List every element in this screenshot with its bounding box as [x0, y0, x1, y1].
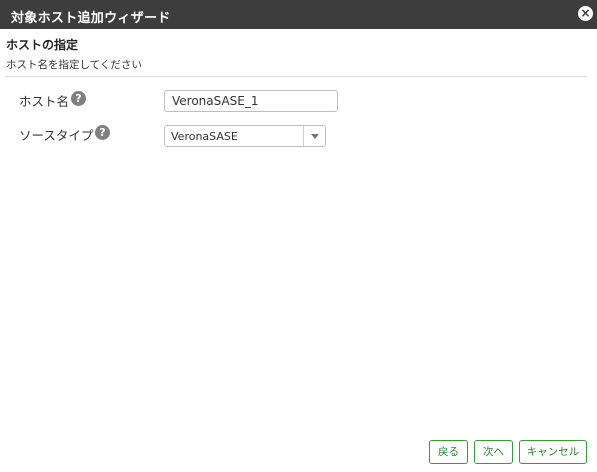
next-button[interactable]: 次へ — [474, 440, 513, 464]
hostname-label: ホスト名 — [19, 94, 70, 109]
source-type-help-icon[interactable]: ? — [95, 125, 110, 140]
source-type-select[interactable]: VeronaSASE — [164, 125, 326, 147]
hostname-help-icon[interactable]: ? — [71, 91, 86, 106]
divider — [5, 76, 587, 77]
section-title: ホストの指定 — [6, 38, 79, 52]
chevron-down-icon[interactable] — [311, 134, 319, 139]
cancel-button[interactable]: キャンセル — [519, 440, 587, 464]
section-description: ホスト名を指定してください — [6, 59, 142, 71]
dialog-titlebar: 対象ホスト追加ウィザード × — [0, 0, 597, 29]
close-icon[interactable]: × — [578, 6, 593, 21]
source-type-selected-value: VeronaSASE — [171, 130, 238, 143]
back-button[interactable]: 戻る — [429, 440, 468, 464]
dialog-title: 対象ホスト追加ウィザード — [11, 11, 171, 26]
select-separator — [303, 126, 304, 146]
source-type-label: ソースタイプ — [19, 128, 94, 143]
hostname-input[interactable]: VeronaSASE_1 — [164, 90, 338, 112]
